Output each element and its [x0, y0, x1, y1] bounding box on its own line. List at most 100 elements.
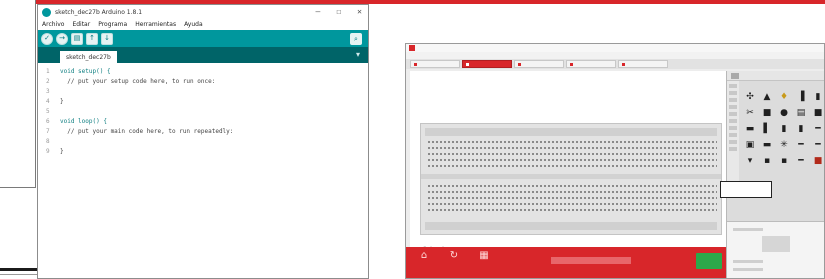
upload-button[interactable]: → [56, 32, 68, 45]
share-button[interactable]: ⌂ [416, 251, 432, 262]
code-editor[interactable]: 1 void setup() { 2 // put your setup code… [38, 63, 368, 265]
bin-item[interactable] [729, 112, 737, 116]
part-icon[interactable]: ▪ [760, 155, 774, 168]
code-line: 7 // put your main code here, to run rep… [38, 126, 368, 136]
part-icon[interactable]: ■ [811, 107, 824, 120]
save-sketch-button[interactable]: ↓ [101, 32, 113, 45]
window-title: sketch_dec27b Arduino 1.8.1 [55, 8, 143, 16]
bin-item[interactable] [729, 126, 737, 130]
code-line: 4} [38, 96, 368, 106]
hole-row [427, 158, 717, 162]
bin-item[interactable] [729, 91, 737, 95]
part-icon[interactable]: ▤ [794, 107, 808, 120]
sketch-tab-bar: sketch_dec27b ▾ [38, 47, 368, 63]
code-text: void setup() { [60, 67, 111, 75]
code-text: } [60, 97, 64, 105]
line-number: 4 [46, 97, 50, 105]
checkmark-icon: ✓ [44, 34, 50, 42]
rotate-button[interactable]: ↻ [446, 251, 462, 262]
magnifier-icon: ⌕ [354, 34, 358, 43]
part-icon[interactable]: ▣ [743, 139, 757, 152]
bin-item[interactable] [729, 84, 737, 88]
tab-welcome[interactable] [410, 60, 460, 68]
part-icon[interactable]: ▬ [743, 123, 757, 136]
part-icon[interactable]: ━ [811, 123, 824, 136]
part-icon[interactable]: ▐ [794, 91, 808, 104]
inspector-field [733, 260, 763, 263]
part-icon[interactable]: ■ [760, 107, 774, 120]
bin-item[interactable] [729, 147, 737, 151]
new-sketch-button[interactable]: ▤ [71, 32, 83, 45]
background-panel [0, 0, 36, 188]
part-icon[interactable]: ▮ [777, 123, 791, 136]
fritzing-menu-bar [406, 52, 824, 59]
hole-row [427, 202, 717, 206]
part-icon[interactable]: ▬ [760, 139, 774, 152]
part-icon[interactable]: ▌ [760, 123, 774, 136]
arduino-menu-bar: Archivo Editar Programa Herramientas Ayu… [38, 19, 368, 30]
bin-item[interactable] [729, 133, 737, 137]
open-sketch-button[interactable]: ↑ [86, 32, 98, 45]
part-icon[interactable]: ▲ [760, 91, 774, 104]
arduino-title-bar[interactable]: sketch_dec27b Arduino 1.8.1 — ☐ ✕ [38, 5, 368, 19]
power-rail-bottom [425, 222, 717, 230]
maximize-icon[interactable]: ☐ [336, 7, 341, 16]
tab-menu-chevron-icon[interactable]: ▾ [356, 50, 360, 59]
line-number: 5 [46, 107, 50, 115]
bin-item[interactable] [729, 140, 737, 144]
line-number: 2 [46, 77, 50, 85]
routing-button[interactable] [696, 253, 722, 269]
parts-bin-list[interactable] [727, 81, 739, 191]
part-icon[interactable]: ▪ [777, 155, 791, 168]
minimize-icon[interactable]: — [316, 7, 321, 16]
menu-item-programa[interactable]: Programa [98, 21, 127, 28]
verify-button[interactable]: ✓ [41, 32, 53, 45]
menu-item-editar[interactable]: Editar [72, 21, 90, 28]
tab-icon [518, 62, 521, 66]
tab-sketch[interactable]: sketch_dec27b [60, 51, 117, 63]
menu-item-herramientas[interactable]: Herramientas [135, 21, 176, 28]
fritzing-title-bar[interactable] [406, 44, 824, 52]
part-icon[interactable]: ━ [811, 139, 824, 152]
arrow-right-icon: → [59, 34, 65, 42]
part-icon[interactable]: ▮ [811, 91, 824, 104]
part-icon[interactable]: ▮ [794, 123, 808, 136]
inspector-field [733, 228, 763, 231]
power-rail-top [425, 128, 717, 136]
part-icon[interactable]: ━ [794, 155, 808, 168]
part-icon[interactable]: ■ [811, 155, 824, 168]
breadboard[interactable] [420, 123, 722, 235]
menu-item-ayuda[interactable]: Ayuda [184, 21, 203, 28]
note-button[interactable]: ▦ [476, 251, 492, 262]
rotate-icon: ↻ [449, 250, 459, 261]
part-icon[interactable]: ♦ [777, 91, 791, 104]
inspector-field [733, 268, 763, 271]
bin-item[interactable] [729, 119, 737, 123]
parts-search-icon[interactable] [731, 72, 739, 79]
tab-schematic[interactable] [514, 60, 564, 68]
breadboard-canvas[interactable]: fritzing [410, 71, 726, 257]
center-channel [421, 174, 721, 179]
part-icon[interactable]: ● [777, 107, 791, 120]
code-line: 6 void loop() { [38, 116, 368, 126]
bin-item[interactable] [729, 98, 737, 102]
tab-pcb[interactable] [566, 60, 616, 68]
line-number: 3 [46, 87, 50, 95]
menu-item-archivo[interactable]: Archivo [42, 21, 64, 28]
part-icon[interactable]: ▾ [743, 155, 757, 168]
part-icon[interactable]: ━ [794, 139, 808, 152]
fritzing-bottom-toolbar: ⌂ ↻ ▦ [406, 247, 730, 278]
code-line: 2 // put your setup code here, to run on… [38, 76, 368, 86]
serial-monitor-button[interactable]: ⌕ [350, 33, 362, 45]
part-icon[interactable]: ✳ [777, 139, 791, 152]
hole-row [427, 152, 717, 156]
tab-breadboard[interactable] [462, 60, 512, 68]
bin-item[interactable] [729, 105, 737, 109]
tab-code[interactable] [618, 60, 668, 68]
close-icon[interactable]: ✕ [357, 7, 362, 16]
code-line: 5 [38, 106, 368, 116]
part-icon[interactable]: ✂ [743, 107, 757, 120]
tab-icon [622, 62, 625, 66]
part-icon[interactable]: ✣ [743, 91, 757, 104]
arduino-logo-icon [42, 7, 51, 17]
